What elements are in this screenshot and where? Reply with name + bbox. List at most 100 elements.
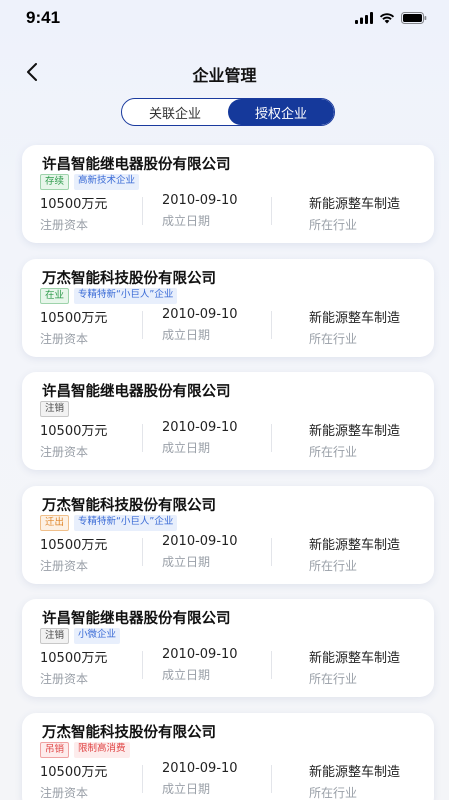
stat-row: 10500万元 注册资本 2010-09-10 成立日期 新能源整车制造 所在行业 — [22, 307, 434, 351]
founded-date-value: 2010-09-10 — [162, 760, 238, 776]
tab-related-companies[interactable]: 关联企业 — [122, 99, 228, 125]
company-name: 万杰智能科技股份有限公司 — [42, 270, 216, 287]
divider — [142, 310, 143, 339]
company-tag: 小微企业 — [74, 628, 121, 644]
industry-label: 所在行业 — [309, 672, 358, 686]
divider — [271, 651, 272, 679]
signal-icon — [355, 12, 373, 24]
capital-label: 注册资本 — [40, 331, 89, 346]
capital-stat: 10500万元 注册资本 — [40, 193, 107, 233]
company-name: 万杰智能科技股份有限公司 — [42, 724, 216, 741]
industry-label: 所在行业 — [309, 785, 358, 800]
nav-bar: 企业管理 — [0, 48, 449, 92]
industry-value: 新能源整车制造 — [309, 764, 401, 780]
industry-stat: 新能源整车制造 所在行业 — [309, 420, 400, 460]
founded-date-label: 成立日期 — [162, 554, 211, 569]
divider — [142, 424, 143, 452]
divider — [142, 651, 143, 679]
stat-row: 10500万元 注册资本 2010-09-10 成立日期 新能源整车制造 所在行业 — [22, 534, 434, 578]
founded-stat: 2010-09-10 成立日期 — [162, 420, 238, 456]
divider — [271, 310, 272, 339]
divider — [271, 197, 272, 225]
company-name: 万杰智能科技股份有限公司 — [42, 497, 216, 514]
tag-row: 迁出 专精特新“小巨人”企业 — [40, 514, 178, 531]
capital-stat: 10500万元 注册资本 — [40, 534, 107, 574]
founded-stat: 2010-09-10 成立日期 — [162, 761, 238, 797]
industry-value: 新能源整车制造 — [309, 310, 401, 326]
capital-stat: 10500万元 注册资本 — [40, 761, 107, 800]
industry-label: 所在行业 — [309, 218, 358, 232]
company-card[interactable]: 许昌智能继电器股份有限公司 存续 高新技术企业 10500万元 注册资本 2010-09-… — [22, 145, 434, 243]
company-card[interactable]: 万杰智能科技股份有限公司 迁出 专精特新“小巨人”企业 10500万元 注册资本 2010… — [22, 485, 434, 584]
industry-value: 新能源整车制造 — [309, 537, 401, 553]
divider — [271, 424, 272, 452]
page-title: 企业管理 — [192, 66, 257, 85]
industry-value: 新能源整车制造 — [309, 424, 401, 439]
capital-label: 注册资本 — [40, 218, 89, 232]
capital-stat: 10500万元 注册资本 — [40, 307, 107, 347]
divider — [271, 537, 272, 566]
divider — [271, 764, 272, 793]
status-badge: 存续 — [40, 174, 70, 190]
capital-value: 10500万元 — [40, 310, 108, 326]
company-name: 许昌智能继电器股份有限公司 — [42, 384, 231, 400]
industry-stat: 新能源整车制造 所在行业 — [309, 761, 400, 800]
status-badge: 吊销 — [40, 741, 70, 758]
capital-label: 注册资本 — [40, 785, 89, 800]
industry-stat: 新能源整车制造 所在行业 — [309, 647, 400, 687]
capital-value: 10500万元 — [40, 424, 108, 439]
capital-value: 10500万元 — [40, 197, 108, 212]
capital-value: 10500万元 — [40, 537, 108, 553]
company-card[interactable]: 万杰智能科技股份有限公司 吊销 限制高消费 10500万元 注册资本 2010-09-10… — [22, 712, 434, 800]
tag-row: 吊销 限制高消费 — [40, 741, 130, 758]
founded-date-label: 成立日期 — [162, 781, 211, 796]
capital-label: 注册资本 — [40, 558, 89, 573]
company-tag: 限制高消费 — [74, 741, 130, 758]
tag-row: 注销 — [40, 401, 70, 417]
industry-value: 新能源整车制造 — [309, 197, 401, 212]
founded-date-value: 2010-09-10 — [162, 306, 238, 322]
wifi-icon — [379, 13, 395, 24]
status-bar: 9:41 — [0, 0, 449, 40]
tag-row: 注销 小微企业 — [40, 628, 121, 644]
capital-stat: 10500万元 注册资本 — [40, 420, 107, 460]
company-card[interactable]: 许昌智能继电器股份有限公司 注销 10500万元 注册资本 2010-09-10 成立日期… — [22, 372, 434, 470]
founded-date-value: 2010-09-10 — [162, 533, 238, 549]
battery-icon — [401, 12, 427, 24]
company-card[interactable]: 万杰智能科技股份有限公司 在业 专精特新“小巨人”企业 10500万元 注册资本 2010… — [22, 258, 434, 357]
founded-date-value: 2010-09-10 — [162, 647, 238, 662]
divider — [142, 764, 143, 793]
industry-stat: 新能源整车制造 所在行业 — [309, 534, 400, 574]
divider — [142, 537, 143, 566]
industry-value: 新能源整车制造 — [309, 651, 401, 666]
capital-value: 10500万元 — [40, 651, 108, 666]
company-name: 许昌智能继电器股份有限公司 — [42, 157, 231, 173]
founded-stat: 2010-09-10 成立日期 — [162, 534, 238, 570]
industry-stat: 新能源整车制造 所在行业 — [309, 193, 400, 233]
tag-row: 在业 专精特新“小巨人”企业 — [40, 287, 178, 304]
divider — [142, 197, 143, 225]
founded-stat: 2010-09-10 成立日期 — [162, 647, 238, 683]
founded-date-label: 成立日期 — [162, 214, 211, 228]
company-tag: 专精特新“小巨人”企业 — [74, 514, 178, 531]
stat-row: 10500万元 注册资本 2010-09-10 成立日期 新能源整车制造 所在行业 — [22, 761, 434, 800]
capital-label: 注册资本 — [40, 445, 89, 459]
tab-authorized-companies[interactable]: 授权企业 — [228, 99, 334, 125]
status-badge: 注销 — [40, 628, 70, 644]
status-badge: 在业 — [40, 287, 70, 304]
founded-date-label: 成立日期 — [162, 327, 211, 342]
company-tag: 高新技术企业 — [74, 174, 140, 190]
company-card[interactable]: 许昌智能继电器股份有限公司 注销 小微企业 10500万元 注册资本 2010-09-10… — [22, 599, 434, 697]
industry-label: 所在行业 — [309, 558, 358, 573]
industry-label: 所在行业 — [309, 445, 358, 459]
founded-date-label: 成立日期 — [162, 668, 211, 682]
founded-date-label: 成立日期 — [162, 441, 211, 455]
stat-row: 10500万元 注册资本 2010-09-10 成立日期 新能源整车制造 所在行业 — [22, 647, 434, 691]
industry-stat: 新能源整车制造 所在行业 — [309, 307, 400, 347]
status-icons — [355, 12, 427, 24]
status-badge: 迁出 — [40, 514, 70, 531]
founded-date-value: 2010-09-10 — [162, 193, 238, 208]
status-badge: 注销 — [40, 401, 70, 417]
industry-label: 所在行业 — [309, 331, 358, 346]
company-tag: 专精特新“小巨人”企业 — [74, 287, 178, 304]
